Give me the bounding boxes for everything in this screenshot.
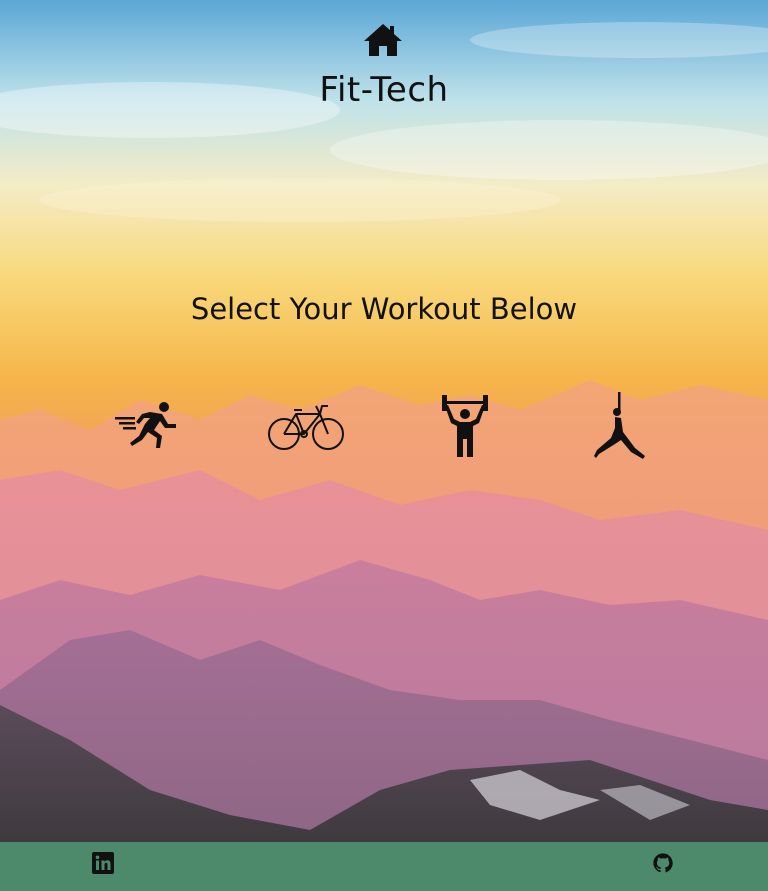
home-link[interactable] xyxy=(362,22,404,58)
brand-title: Fit-Tech xyxy=(319,70,449,110)
linkedin-link[interactable] xyxy=(92,852,114,874)
github-icon xyxy=(653,853,673,873)
weightlifting-icon xyxy=(442,395,488,457)
home-icon xyxy=(364,24,402,56)
page-subtitle: Select Your Workout Below xyxy=(190,292,578,326)
main-content: Fit-Tech Select Your Workout Below xyxy=(0,0,768,842)
bicycle-icon xyxy=(268,405,344,450)
workout-yoga-link[interactable] xyxy=(593,392,647,462)
page: Fit-Tech Select Your Workout Below xyxy=(0,0,768,891)
footer xyxy=(0,842,768,891)
linkedin-icon xyxy=(92,852,114,874)
yoga-icon xyxy=(594,392,645,459)
workout-weightlifting-link[interactable] xyxy=(440,395,490,459)
running-icon xyxy=(115,402,176,448)
workout-cycling-link[interactable] xyxy=(266,402,346,452)
workout-running-link[interactable] xyxy=(114,400,180,452)
github-link[interactable] xyxy=(652,852,674,874)
